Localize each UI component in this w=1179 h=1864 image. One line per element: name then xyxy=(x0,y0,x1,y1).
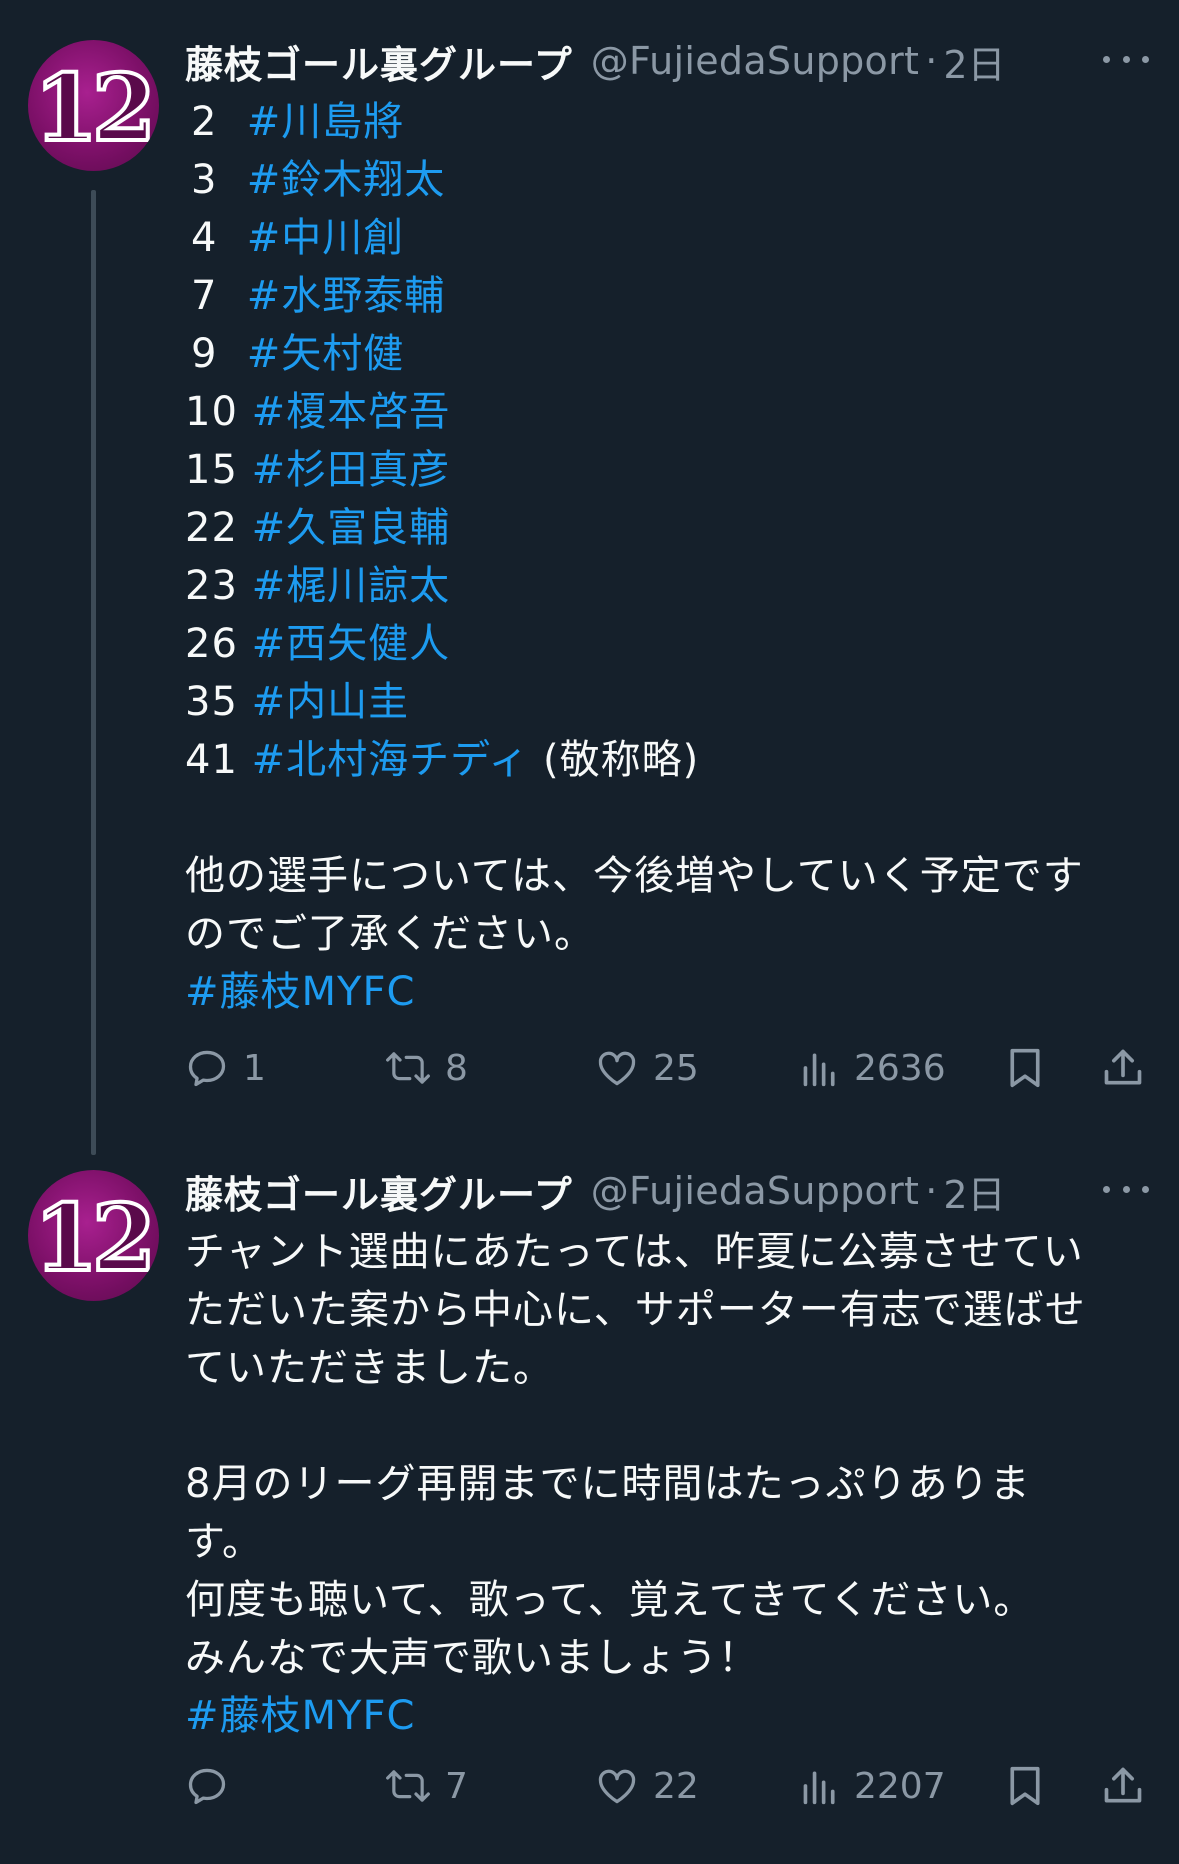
tweet-header: 藤枝ゴール裏グループ @FujiedaSupport · 2日 xyxy=(185,1164,1006,1219)
thread-line xyxy=(91,190,96,1155)
separator-dot: · xyxy=(925,39,938,83)
reply-icon xyxy=(188,1768,226,1805)
views-button[interactable]: 2636 xyxy=(800,1038,946,1098)
tweet[interactable]: 12 藤枝ゴール裏グループ @FujiedaSupport · 2日 チャント選… xyxy=(0,1130,1179,1864)
user-handle[interactable]: @FujiedaSupport xyxy=(591,39,919,83)
roster-line: 9 #矢村健 xyxy=(191,331,405,377)
separator-dot: · xyxy=(925,1169,938,1213)
hashtag-link[interactable]: #中川創 xyxy=(247,215,405,261)
tweet[interactable]: 12 藤枝ゴール裏グループ @FujiedaSupport · 2日 2 #川島… xyxy=(0,0,1179,1155)
like-count: 25 xyxy=(653,1047,699,1089)
hashtag-link[interactable]: #梶川諒太 xyxy=(252,563,451,609)
text-line: チャント選曲にあたっては、昨夏に公募させてい xyxy=(185,1229,1084,1275)
avatar-number-graphic: 12 xyxy=(32,52,158,164)
hashtag-link[interactable]: #西矢健人 xyxy=(252,621,451,667)
bookmark-button[interactable] xyxy=(1005,1756,1045,1816)
views-count: 2207 xyxy=(854,1765,946,1807)
roster-line: 3 #鈴木翔太 xyxy=(191,157,446,203)
like-count: 22 xyxy=(653,1765,699,1807)
text-line: 8月のリーグ再開までに時間はたっぷりありま xyxy=(185,1461,1031,1507)
hashtag-link[interactable]: #矢村健 xyxy=(247,331,405,377)
reply-count: 1 xyxy=(243,1047,266,1089)
avatar-text: 12 xyxy=(34,54,150,162)
retweet-count: 8 xyxy=(445,1047,468,1089)
display-name[interactable]: 藤枝ゴール裏グループ xyxy=(185,1164,573,1219)
share-button[interactable] xyxy=(1101,1756,1145,1816)
hashtag-link[interactable]: #鈴木翔太 xyxy=(247,157,446,203)
reply-icon xyxy=(188,1050,226,1087)
roster-suffix: (敬称略) xyxy=(529,737,700,783)
roster-line: 35 #内山圭 xyxy=(185,679,410,725)
roster-line: 10 #榎本啓吾 xyxy=(185,389,451,435)
views-icon xyxy=(803,1771,835,1805)
user-handle[interactable]: @FujiedaSupport xyxy=(591,1169,919,1213)
hashtag-link[interactable]: #内山圭 xyxy=(252,679,410,725)
retweet-icon xyxy=(386,1052,430,1084)
roster-line: 15 #杉田真彦 xyxy=(185,447,451,493)
heart-icon xyxy=(598,1769,636,1804)
tweet-body: 2 #川島將 3 #鈴木翔太 4 #中川創 7 #水野泰輔 9 #矢村健 10 … xyxy=(185,93,1084,1021)
tweet-actions: 7 22 2207 xyxy=(185,1756,1145,1816)
roster-line: 2 #川島將 xyxy=(191,99,405,145)
avatar-number-graphic: 12 xyxy=(32,1182,158,1294)
roster-line: 22 #久富良輔 xyxy=(185,505,451,551)
hashtag-link[interactable]: #水野泰輔 xyxy=(247,273,446,319)
retweet-icon xyxy=(386,1770,430,1802)
hashtag-link[interactable]: #北村海チディ xyxy=(252,737,530,783)
avatar[interactable]: 12 xyxy=(28,40,159,171)
roster-line: 41 #北村海チディ (敬称略) xyxy=(185,737,700,783)
tweet-header: 藤枝ゴール裏グループ @FujiedaSupport · 2日 xyxy=(185,34,1006,89)
roster-line: 23 #梶川諒太 xyxy=(185,563,451,609)
tweet-body: チャント選曲にあたっては、昨夏に公募させてい ただいた案から中心に、サポーター有… xyxy=(185,1223,1086,1745)
timestamp[interactable]: 2日 xyxy=(943,1164,1005,1219)
avatar-text: 12 xyxy=(34,1184,150,1292)
text-line: す。 xyxy=(185,1519,263,1565)
text-line: 何度も聴いて、歌って、覚えてきてください。 xyxy=(185,1577,1035,1623)
hashtag-link[interactable]: #藤枝MYFC xyxy=(185,1693,415,1739)
bookmark-icon xyxy=(1010,1048,1040,1088)
hashtag-link[interactable]: #藤枝MYFC xyxy=(185,969,415,1015)
roster-line: 7 #水野泰輔 xyxy=(191,273,446,319)
share-icon xyxy=(1104,1767,1142,1803)
reply-button[interactable]: 1 xyxy=(185,1038,266,1098)
like-button[interactable]: 22 xyxy=(595,1756,699,1816)
timestamp[interactable]: 2日 xyxy=(943,34,1005,89)
views-count: 2636 xyxy=(854,1047,946,1089)
retweet-button[interactable]: 8 xyxy=(385,1038,468,1098)
text-line: みんなで大声で歌いましょう！ xyxy=(185,1635,759,1681)
bookmark-icon xyxy=(1010,1766,1040,1806)
retweet-count: 7 xyxy=(445,1765,468,1807)
text-line: のでご了承ください。 xyxy=(185,911,595,957)
hashtag-link[interactable]: #久富良輔 xyxy=(252,505,451,551)
display-name[interactable]: 藤枝ゴール裏グループ xyxy=(185,34,573,89)
more-options-button[interactable] xyxy=(1103,44,1149,74)
roster-line: 26 #西矢健人 xyxy=(185,621,451,667)
like-button[interactable]: 25 xyxy=(595,1038,699,1098)
retweet-button[interactable]: 7 xyxy=(385,1756,468,1816)
tweet-actions: 1 8 25 2636 xyxy=(185,1038,1145,1098)
views-icon xyxy=(803,1053,835,1087)
more-options-button[interactable] xyxy=(1103,1174,1149,1204)
more-horizontal-icon xyxy=(1103,55,1110,63)
views-button[interactable]: 2207 xyxy=(800,1756,946,1816)
text-line: ただいた案から中心に、サポーター有志で選ばせ xyxy=(185,1287,1086,1333)
more-horizontal-icon xyxy=(1103,1185,1110,1193)
share-icon xyxy=(1104,1049,1142,1085)
share-button[interactable] xyxy=(1101,1038,1145,1098)
hashtag-link[interactable]: #川島將 xyxy=(247,99,405,145)
text-line: ていただきました。 xyxy=(185,1345,554,1391)
heart-icon xyxy=(598,1051,636,1086)
reply-button[interactable] xyxy=(185,1756,243,1816)
avatar[interactable]: 12 xyxy=(28,1170,159,1301)
hashtag-link[interactable]: #榎本啓吾 xyxy=(252,389,451,435)
roster-line: 4 #中川創 xyxy=(191,215,405,261)
bookmark-button[interactable] xyxy=(1005,1038,1045,1098)
text-line: 他の選手については、今後増やしていく予定です xyxy=(185,853,1084,899)
hashtag-link[interactable]: #杉田真彦 xyxy=(252,447,451,493)
